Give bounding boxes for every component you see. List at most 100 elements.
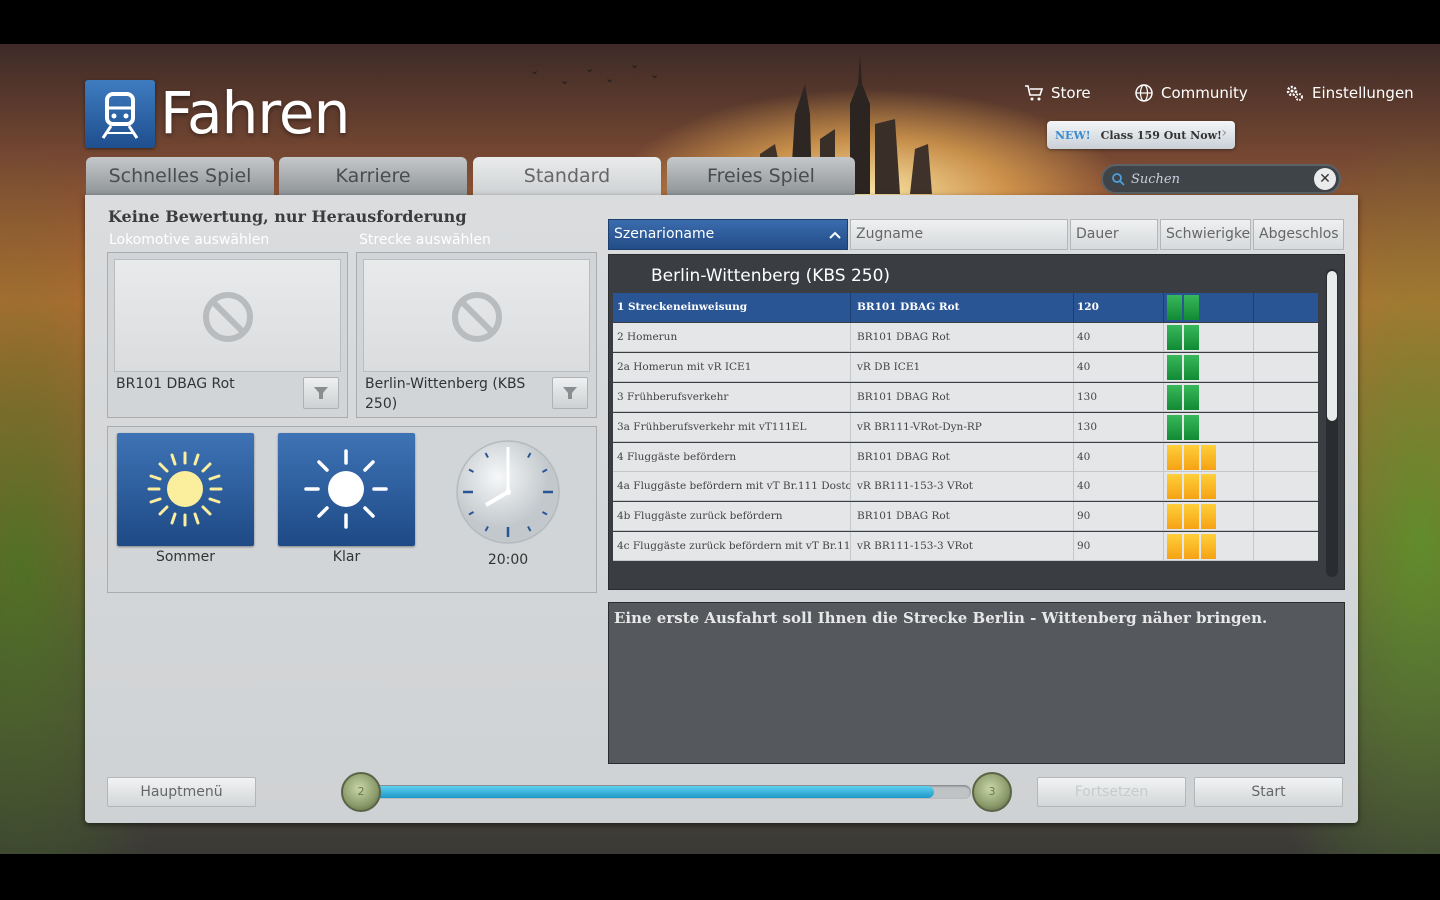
table-row[interactable]: 4c Fluggäste zurück befördern mit vT Br.… (613, 532, 1318, 562)
difficulty-cell (1164, 502, 1254, 532)
weather-selector[interactable] (278, 433, 415, 546)
difficulty-bar (1184, 384, 1199, 410)
train-name-cell: BR101 DBAG Rot (851, 382, 1074, 412)
duration-cell: 130 (1074, 412, 1164, 442)
tab-freies-spiel[interactable]: Freies Spiel (667, 157, 855, 195)
difficulty-bar (1167, 444, 1182, 470)
scenario-name-cell: 4b Fluggäste zurück befördern (613, 502, 851, 532)
search-placeholder: Suchen (1131, 171, 1180, 187)
completed-cell (1254, 383, 1318, 412)
difficulty-cell (1164, 412, 1254, 442)
search-icon (1112, 173, 1125, 186)
completed-cell (1254, 323, 1318, 352)
table-row[interactable]: 4a Fluggäste befördern mit vT Br.111 Dos… (613, 472, 1318, 502)
train-name-cell: BR101 DBAG Rot (851, 293, 1074, 322)
scenario-name-cell: 2a Homerun mit vR ICE1 (613, 352, 851, 382)
table-row[interactable]: 3 Frühberufsverkehr BR101 DBAG Rot 130 (613, 382, 1318, 412)
route-group-heading: Berlin-Wittenberg (KBS 250) (651, 266, 891, 286)
duration-cell: 130 (1074, 382, 1164, 412)
difficulty-bar (1167, 504, 1182, 530)
route-selector[interactable]: Berlin-Wittenberg (KBS 250) (356, 252, 597, 418)
store-label: Store (1051, 84, 1091, 102)
clear-weather-icon (304, 449, 388, 529)
clock-icon (456, 440, 560, 544)
table-row[interactable]: 4b Fluggäste zurück befördern BR101 DBAG … (613, 502, 1318, 532)
search-input[interactable]: Suchen ✕ (1101, 164, 1341, 194)
table-row[interactable]: 3a Frühberufsverkehr mit vT111EL vR BR111… (613, 412, 1318, 442)
loco-name: BR101 DBAG Rot (116, 376, 235, 392)
difficulty-bar (1184, 324, 1199, 350)
cart-icon (1025, 85, 1044, 101)
column-header-train-name[interactable]: Zugname (850, 219, 1068, 250)
bird-icon: ⌄ (585, 62, 595, 75)
step-indicator-right: 3 (972, 772, 1012, 812)
scenario-description: Eine erste Ausfahrt soll Ihnen die Strec… (608, 602, 1345, 764)
completed-cell (1254, 443, 1318, 472)
duration-cell: 90 (1074, 532, 1164, 562)
table-row[interactable]: 2 Homerun BR101 DBAG Rot 40 (613, 322, 1318, 352)
train-name-cell: BR101 DBAG Rot (851, 442, 1074, 472)
train-name-cell: BR101 DBAG Rot (851, 502, 1074, 532)
difficulty-bar (1184, 504, 1199, 530)
difficulty-bar (1167, 534, 1182, 560)
table-row[interactable]: 1 Streckeneinweisung BR101 DBAG Rot 120 (613, 293, 1318, 322)
difficulty-cell (1164, 472, 1254, 502)
column-header-scenario-name[interactable]: Szenarioname (608, 219, 848, 250)
scenario-list: Berlin-Wittenberg (KBS 250) 1 Streckenei… (608, 254, 1345, 590)
news-text: Class 159 Out Now! (1100, 128, 1222, 142)
column-header-completed[interactable]: Abgeschlos (1253, 219, 1344, 250)
scenario-name-cell: 4 Fluggäste befördern (613, 442, 851, 472)
time-label: 20:00 (487, 552, 529, 568)
main-menu-button[interactable]: Hauptmenü (107, 777, 256, 807)
bird-icon: ⌄ (650, 68, 660, 81)
community-link[interactable]: Community (1134, 82, 1248, 104)
store-link[interactable]: Store (1024, 82, 1091, 104)
train-name-cell: vR BR111-VRot-Dyn-RP (851, 412, 1074, 442)
no-image-icon (203, 292, 253, 342)
duration-cell: 120 (1074, 293, 1164, 322)
close-icon: ✕ (1319, 171, 1331, 187)
settings-link[interactable]: Einstellungen (1285, 82, 1414, 104)
chevron-right-icon: › (1221, 125, 1227, 141)
scrollbar-thumb[interactable] (1327, 271, 1337, 421)
loco-filter-button[interactable] (303, 377, 339, 409)
clear-search-button[interactable]: ✕ (1314, 168, 1336, 190)
train-logo-icon (85, 80, 155, 148)
tab-standard[interactable]: Standard (473, 157, 661, 195)
difficulty-bar (1184, 295, 1199, 320)
scenario-name-cell: 4c Fluggäste zurück befördern mit vT Br.… (613, 532, 851, 562)
tab-karriere[interactable]: Karriere (279, 157, 467, 195)
scenario-name-cell: 2 Homerun (613, 322, 851, 352)
table-row[interactable]: 2a Homerun mit vR ICE1 vR DB ICE1 40 (613, 352, 1318, 382)
column-header-difficulty[interactable]: Schwierigke (1160, 219, 1251, 250)
main-panel: Keine Bewertung, nur Herausforderung Lok… (85, 195, 1358, 823)
time-selector[interactable] (453, 437, 563, 547)
settings-label: Einstellungen (1312, 84, 1414, 102)
loco-image (114, 259, 341, 372)
column-header-duration[interactable]: Dauer (1070, 219, 1158, 250)
difficulty-bar (1167, 295, 1182, 320)
table-row[interactable]: 4 Fluggäste befördern BR101 DBAG Rot 40 (613, 442, 1318, 472)
duration-cell: 40 (1074, 472, 1164, 502)
tab-schnelles-spiel[interactable]: Schnelles Spiel (86, 157, 274, 195)
train-name-cell: vR BR111-153-3 VRot (851, 532, 1074, 562)
continue-button[interactable]: Fortsetzen (1037, 777, 1186, 807)
list-scrollbar[interactable] (1326, 269, 1338, 577)
difficulty-bar (1201, 474, 1216, 500)
page-title: Fahren (160, 79, 350, 147)
loco-selector[interactable]: BR101 DBAG Rot (107, 252, 348, 418)
start-button[interactable]: Start (1194, 777, 1343, 807)
duration-cell: 40 (1074, 322, 1164, 352)
globe-icon (1135, 84, 1153, 102)
news-banner[interactable]: NEW! Class 159 Out Now! › (1047, 121, 1235, 149)
difficulty-bar (1167, 474, 1182, 500)
difficulty-bar (1167, 414, 1182, 440)
difficulty-bar (1184, 534, 1199, 560)
difficulty-bar (1201, 444, 1216, 470)
bird-icon: ⌄ (530, 64, 540, 77)
completed-cell (1254, 502, 1318, 531)
no-image-icon (452, 292, 502, 342)
season-selector[interactable] (117, 433, 254, 546)
train-name-cell: vR DB ICE1 (851, 352, 1074, 382)
route-filter-button[interactable] (552, 377, 588, 409)
